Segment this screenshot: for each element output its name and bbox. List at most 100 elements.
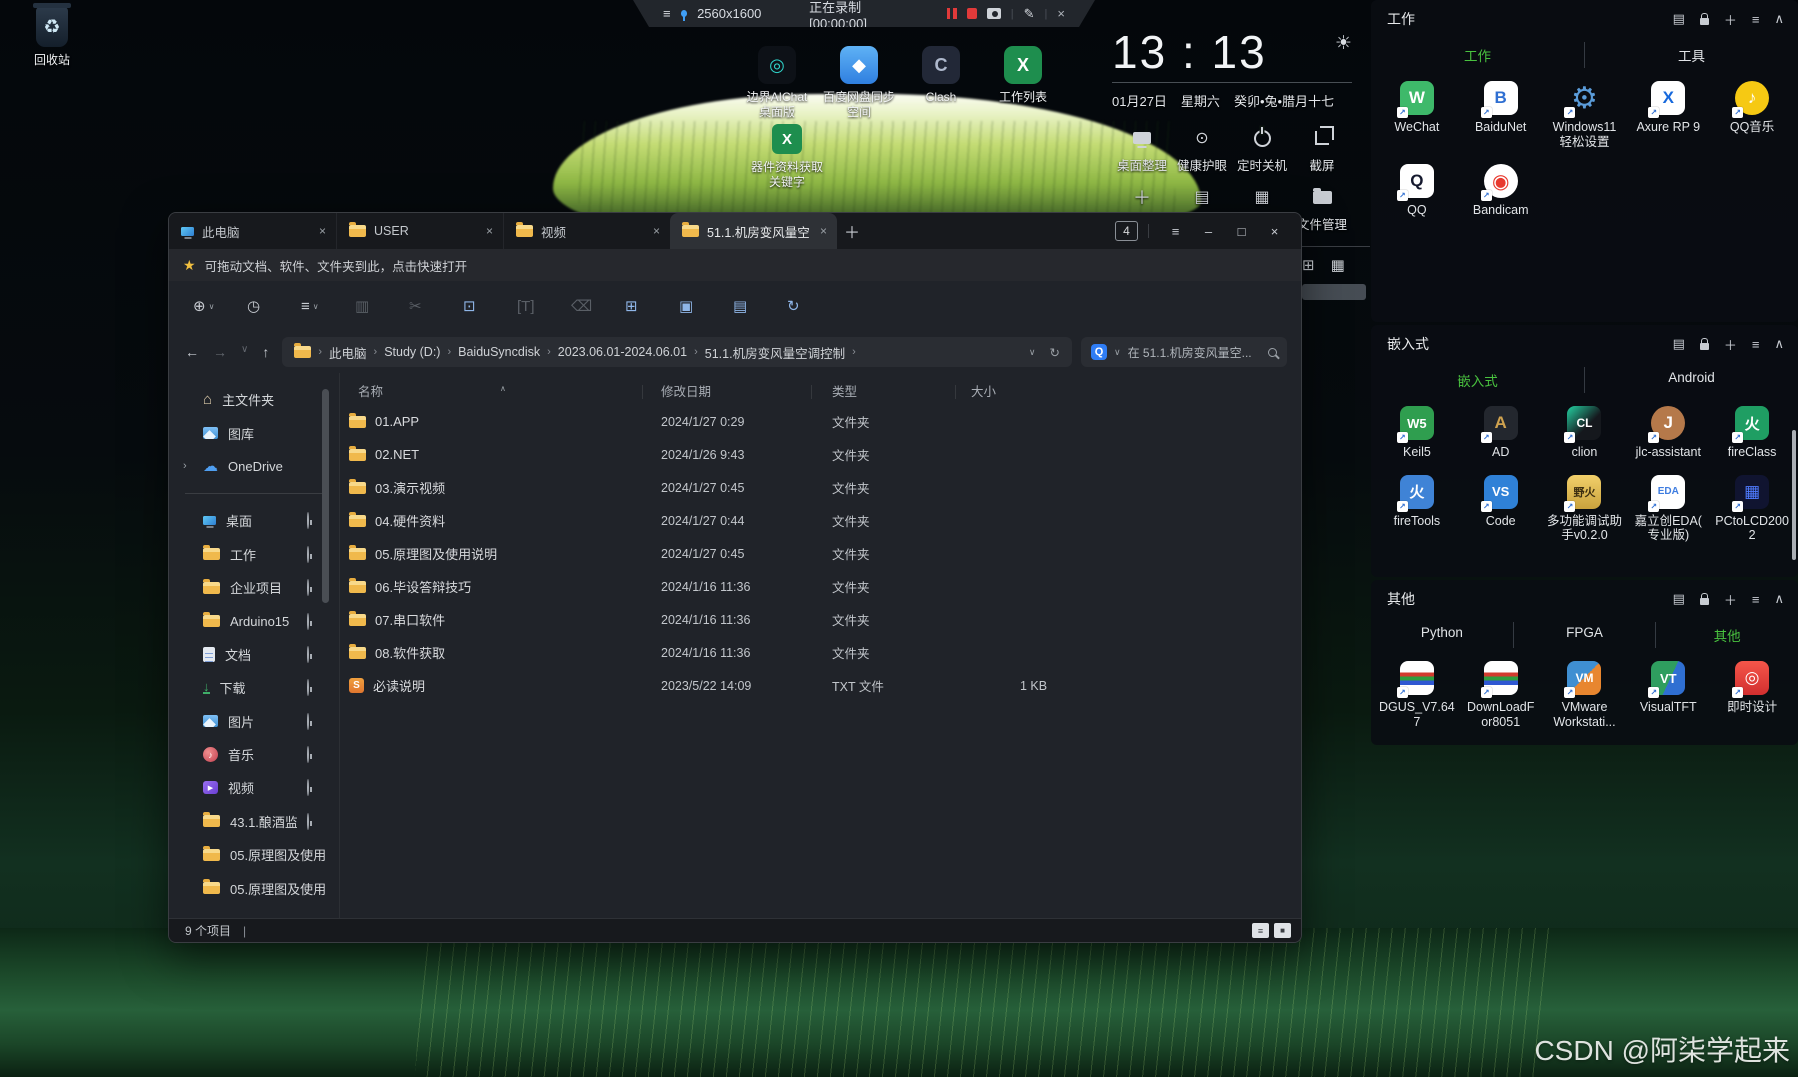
- add-icon[interactable]: ＋: [1724, 590, 1737, 609]
- panel-tab-其他[interactable]: 其他: [1655, 622, 1798, 648]
- sidebar-item-图片[interactable]: 图片: [169, 705, 339, 738]
- app-ad[interactable]: A ↗ AD: [1459, 406, 1543, 460]
- desktop-icon-work-list[interactable]: X 工作列表: [983, 46, 1063, 120]
- tab-此电脑[interactable]: 此电脑 ×: [169, 213, 336, 249]
- tab-close-icon[interactable]: ×: [653, 224, 660, 238]
- breadcrumb-segment[interactable]: Study (D:): [384, 345, 440, 359]
- file-row[interactable]: 03.演示视频 2024/1/27 0:45 文件夹: [340, 471, 1301, 504]
- toolbar-paste-icon[interactable]: ⊡: [463, 297, 517, 315]
- app-dgus[interactable]: ↗ DGUS_V7.64 7: [1375, 661, 1459, 729]
- desktop-icon-aichat[interactable]: ◎ 边界AIChat 桌面版: [737, 46, 817, 120]
- app-jlc-assistant[interactable]: J ↗ jlc-assistant: [1626, 406, 1710, 460]
- toolbar-refresh-icon[interactable]: ↻: [787, 297, 841, 315]
- up-icon[interactable]: ↑: [262, 344, 269, 360]
- desktop-icon-baidu-sync[interactable]: ◆ 百度网盘同步 空间: [819, 46, 899, 120]
- sidebar-item-图库[interactable]: 图库: [169, 416, 339, 449]
- app-baidunet[interactable]: B ↗ BaiduNet: [1459, 81, 1543, 149]
- clock-widget[interactable]: 13 : 13 ☀ 01月27日 星期六 癸卯•兔•腊月十七: [1112, 28, 1352, 110]
- toolbar-sort-icon[interactable]: ≡ ∨: [301, 298, 355, 315]
- toolbar-new-item-icon[interactable]: ⊕ ∨: [193, 297, 247, 315]
- lock-icon[interactable]: [1699, 12, 1709, 25]
- toolbar-copy-icon[interactable]: ▥: [355, 297, 409, 315]
- toolbar-cut-icon[interactable]: ✂: [409, 297, 463, 315]
- panel-tab-嵌入式[interactable]: 嵌入式: [1371, 367, 1584, 393]
- tab-close-icon[interactable]: ×: [820, 224, 827, 238]
- camera-icon[interactable]: [987, 8, 1001, 19]
- maximize-button[interactable]: □: [1225, 224, 1258, 239]
- toolbar-delete-icon[interactable]: ⌫: [571, 297, 625, 315]
- app-keil5[interactable]: W5 ↗ Keil5: [1375, 406, 1459, 460]
- file-row[interactable]: 06.毕设答辩技巧 2024/1/16 11:36 文件夹: [340, 570, 1301, 603]
- panel-tab-FPGA[interactable]: FPGA: [1512, 622, 1656, 648]
- sidebar-item-下载[interactable]: ↓ 下载: [169, 671, 339, 704]
- toolbar-properties-icon[interactable]: ▤: [733, 297, 787, 315]
- desktop-icon-component-keywords[interactable]: X 器件资料获取 关键字: [747, 124, 827, 190]
- pencil-icon[interactable]: ✎: [1024, 6, 1035, 22]
- panel-scrollbar[interactable]: [1792, 430, 1796, 560]
- app-vmware[interactable]: VM ↗ VMware Workstati...: [1543, 661, 1627, 729]
- file-row[interactable]: S 必读说明 2023/5/22 14:09 TXT 文件 1 KB: [340, 669, 1301, 702]
- add-icon[interactable]: ＋: [1724, 335, 1737, 354]
- app-axure-rp9[interactable]: X ↗ Axure RP 9: [1626, 81, 1710, 149]
- recorder-menu-icon[interactable]: ≡: [663, 6, 671, 21]
- back-icon[interactable]: ←: [185, 344, 199, 360]
- panel-tab-工作[interactable]: 工作: [1371, 42, 1584, 68]
- collapse-icon[interactable]: ∧: [1774, 591, 1784, 607]
- app-clion[interactable]: CL ↗ clion: [1543, 406, 1627, 460]
- desktop-icon-clash[interactable]: C Clash: [901, 46, 981, 120]
- sidebar-item-桌面[interactable]: 桌面: [169, 504, 339, 537]
- icons-view-button[interactable]: ■: [1274, 923, 1291, 938]
- new-note-icon[interactable]: ⊞: [1302, 256, 1315, 274]
- sidebar-item-视频[interactable]: ▶ 视频: [169, 771, 339, 804]
- breadcrumb[interactable]: › 此电脑 › Study (D:) › BaiduSyncdisk › 2023.06.01…: [282, 337, 1072, 367]
- app-fireclass[interactable]: 火 ↗ fireClass: [1710, 406, 1794, 460]
- pin-icon[interactable]: [681, 10, 687, 17]
- pause-button[interactable]: [947, 8, 957, 19]
- collapse-icon[interactable]: ∧: [1774, 336, 1784, 352]
- recycle-bin[interactable]: ♻ 回收站: [20, 3, 84, 68]
- menu-icon[interactable]: ≡: [1752, 12, 1760, 27]
- toolbar-new-folder-icon[interactable]: ⊞: [625, 297, 679, 315]
- app-jishi-design[interactable]: ◎ ↗ 即时设计: [1710, 661, 1794, 729]
- toolbar-crop-share-icon[interactable]: ▣: [679, 297, 733, 315]
- sidebar-item-音乐[interactable]: ♪ 音乐: [169, 738, 339, 771]
- app-pctolcd2002[interactable]: ▦ ↗ PCtoLCD200 2: [1710, 474, 1794, 543]
- widget-desktop-organize[interactable]: 桌面整理: [1112, 128, 1172, 174]
- tab-close-icon[interactable]: ×: [486, 224, 493, 238]
- app-qq[interactable]: Q ↗ QQ: [1375, 164, 1459, 218]
- panel-tab-Python[interactable]: Python: [1371, 622, 1513, 648]
- file-row[interactable]: 07.串口软件 2024/1/16 11:36 文件夹: [340, 603, 1301, 636]
- breadcrumb-segment[interactable]: 51.1.机房变风量空调控制: [705, 343, 845, 362]
- collapse-icon[interactable]: ∧: [1774, 11, 1784, 27]
- sidebar-item-Arduino15[interactable]: Arduino15: [169, 604, 339, 637]
- app-visualtft[interactable]: VT ↗ VisualTFT: [1626, 661, 1710, 729]
- qr-code-icon[interactable]: ▦: [1331, 256, 1345, 274]
- column-header-大小[interactable]: 大小: [964, 379, 1301, 405]
- address-chevron-icon[interactable]: ∨: [1029, 347, 1036, 358]
- sidebar-item-05.原理图及使用[interactable]: 05.原理图及使用: [169, 871, 339, 904]
- details-view-button[interactable]: ≡: [1252, 923, 1269, 938]
- column-header-名称[interactable]: 名称: [340, 376, 651, 405]
- breadcrumb-segment[interactable]: BaiduSyncdisk: [458, 345, 540, 359]
- file-row[interactable]: 05.原理图及使用说明 2024/1/27 0:45 文件夹: [340, 537, 1301, 570]
- widget-screenshot[interactable]: 截屏: [1292, 126, 1352, 174]
- breadcrumb-segment[interactable]: 此电脑: [329, 343, 367, 362]
- sidebar-item-工作[interactable]: 工作: [169, 538, 339, 571]
- toolbar-recent-icon[interactable]: ◷: [247, 297, 301, 315]
- app-windows11-settings[interactable]: ⚙ ↗ Windows11 轻松设置: [1543, 81, 1627, 149]
- app-code[interactable]: VS ↗ Code: [1459, 474, 1543, 543]
- stop-button[interactable]: [967, 8, 977, 19]
- sidebar-item-OneDrive[interactable]: › ☁ OneDrive: [169, 450, 339, 483]
- sidebar-item-05.原理图及使用[interactable]: 05.原理图及使用: [169, 838, 339, 871]
- lock-icon[interactable]: [1699, 592, 1709, 605]
- lock-icon[interactable]: [1699, 337, 1709, 350]
- app-jlc-eda[interactable]: EDA ↗ 嘉立创EDA( 专业版): [1626, 474, 1710, 543]
- panel-tab-工具[interactable]: 工具: [1584, 42, 1798, 68]
- sun-icon[interactable]: ☀: [1335, 28, 1352, 55]
- tab-close-icon[interactable]: ×: [319, 224, 326, 238]
- search-chevron-icon[interactable]: ∨: [1114, 347, 1121, 358]
- menu-icon[interactable]: ≡: [1752, 337, 1760, 352]
- recorder-close-icon[interactable]: ×: [1057, 6, 1065, 21]
- list-icon[interactable]: ▤: [1673, 591, 1685, 607]
- app-downloadfor8051[interactable]: ↗ DownLoadF or8051: [1459, 661, 1543, 729]
